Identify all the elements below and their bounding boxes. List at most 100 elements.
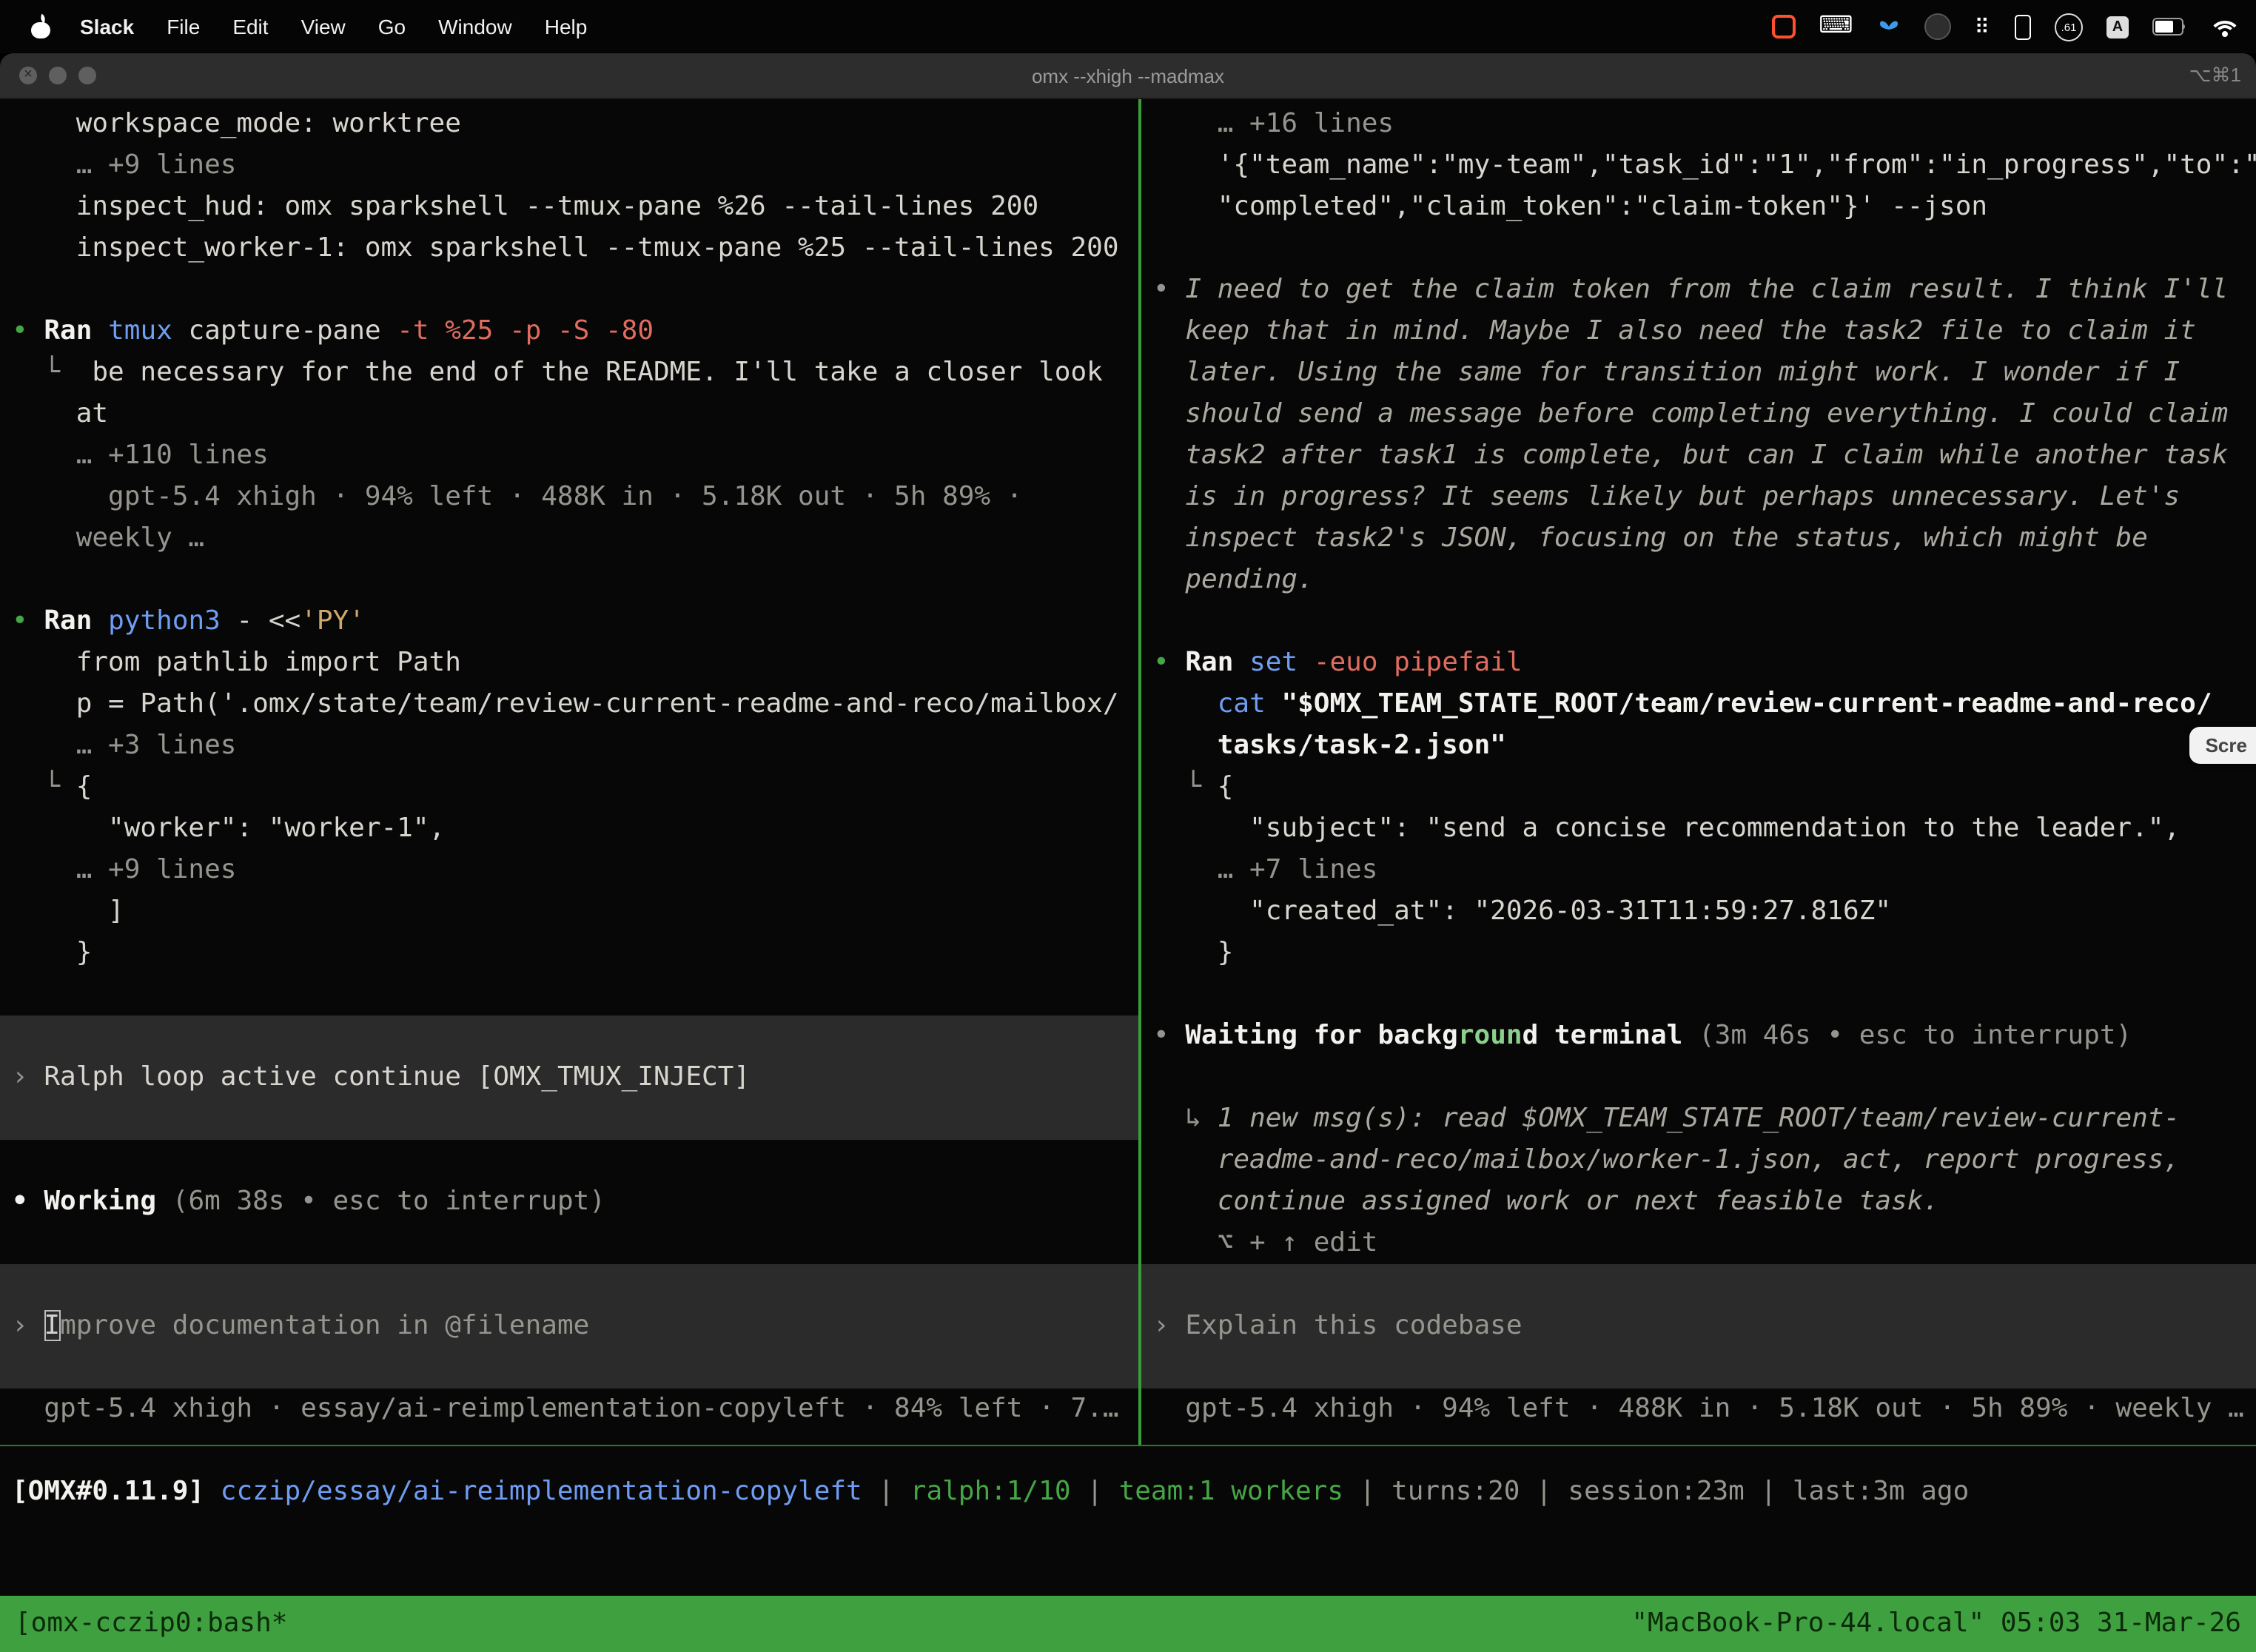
- terminal-line: [1141, 1057, 2256, 1098]
- terminal-line: [0, 1264, 1138, 1306]
- wifi-icon[interactable]: [2212, 17, 2238, 36]
- terminal-line: [0, 269, 1138, 311]
- terminal-line: └ be necessary for the end of the README…: [0, 352, 1138, 394]
- app-grid-icon[interactable]: ⠿: [1974, 14, 1991, 39]
- terminal-line: at: [0, 394, 1138, 435]
- tmux-pane-border: [0, 1445, 2256, 1446]
- terminal-line: should send a message before completing …: [1141, 394, 2256, 435]
- traffic-lights: [0, 67, 96, 84]
- terminal-line: tasks/task-2.json": [1141, 725, 2256, 767]
- terminal-line: '{"team_name":"my-team","task_id":"1","f…: [1141, 145, 2256, 187]
- terminal-line: … +9 lines: [0, 145, 1138, 187]
- terminal-window: omx --xhigh --madmax ⌥⌘1 workspace_mode:…: [0, 53, 2256, 1652]
- terminal-line: workspace_mode: worktree: [0, 104, 1138, 145]
- terminal-line: [0, 1347, 1138, 1389]
- terminal-line: └ {: [0, 767, 1138, 808]
- apple-menu-icon[interactable]: [30, 15, 53, 38]
- iphone-mirroring-icon[interactable]: [2015, 14, 2031, 39]
- terminal-line: is in progress? It seems likely but perh…: [1141, 477, 2256, 518]
- battery-icon[interactable]: [2152, 18, 2188, 36]
- menu-item-window[interactable]: Window: [438, 15, 512, 38]
- window-title: omx --xhigh --madmax: [1032, 64, 1224, 87]
- tmux-host-clock: "MacBook-Pro-44.local" 05:03 31-Mar-26: [1631, 1596, 2241, 1652]
- screen-share-tooltip: Scre: [2189, 727, 2256, 764]
- terminal-line: … +3 lines: [0, 725, 1138, 767]
- tmux-session: workspace_mode: worktree … +9 lines insp…: [0, 99, 2256, 1445]
- menu-item-slack[interactable]: Slack: [80, 15, 134, 38]
- terminal-line: cat "$OMX_TEAM_STATE_ROOT/team/review-cu…: [1141, 684, 2256, 725]
- terminal-line: ]: [0, 891, 1138, 933]
- terminal-line: gpt-5.4 xhigh · essay/ai-reimplementatio…: [0, 1389, 1138, 1430]
- battery-meter-icon[interactable]: .61: [2055, 13, 2083, 41]
- terminal-line: ↳ 1 new msg(s): read $OMX_TEAM_STATE_ROO…: [1141, 1098, 2256, 1140]
- screen-recording-indicator-icon[interactable]: [1771, 15, 1795, 38]
- terminal-line: task2 after task1 is complete, but can I…: [1141, 435, 2256, 477]
- terminal-line: … +110 lines: [0, 435, 1138, 477]
- terminal-line: gpt-5.4 xhigh · 94% left · 488K in · 5.1…: [0, 477, 1138, 518]
- terminal-line: [1141, 601, 2256, 642]
- keyboard-icon[interactable]: ⌨: [1819, 15, 1853, 38]
- terminal-line: › Ralph loop active continue [OMX_TMUX_I…: [0, 1057, 1138, 1098]
- terminal-line: readme-and-reco/mailbox/worker-1.json, a…: [1141, 1140, 2256, 1181]
- dark-app-icon[interactable]: [1924, 13, 1950, 40]
- terminal-line: inspect task2's JSON, focusing on the st…: [1141, 518, 2256, 560]
- window-titlebar[interactable]: omx --xhigh --madmax ⌥⌘1: [0, 53, 2256, 99]
- tmux-session-name: [omx-cczip0:bash*: [15, 1596, 287, 1652]
- terminal-line: keep that in mind. Maybe I also need the…: [1141, 311, 2256, 352]
- terminal-line: p = Path('.omx/state/team/review-current…: [0, 684, 1138, 725]
- terminal-line: pending.: [1141, 560, 2256, 601]
- bluesky-icon[interactable]: [1876, 17, 1900, 36]
- terminal-line: [0, 560, 1138, 601]
- terminal-line: [0, 1140, 1138, 1181]
- terminal-line: [1141, 228, 2256, 269]
- window-shortcut-hint: ⌥⌘1: [2189, 64, 2241, 87]
- terminal-line: [0, 1223, 1138, 1264]
- terminal-line: inspect_hud: omx sparkshell --tmux-pane …: [0, 187, 1138, 228]
- menu-item-go[interactable]: Go: [378, 15, 406, 38]
- terminal-line: › Improve documentation in @filename: [0, 1306, 1138, 1347]
- terminal-line: [1141, 1347, 2256, 1389]
- terminal-line: [0, 1015, 1138, 1057]
- terminal-line: • Working (6m 38s • esc to interrupt): [0, 1181, 1138, 1223]
- terminal-line: [1141, 974, 2256, 1015]
- omx-status-line: [OMX#0.11.9] cczip/essay/ai-reimplementa…: [0, 1471, 2256, 1513]
- terminal-line: weekly …: [0, 518, 1138, 560]
- terminal-line: … +9 lines: [0, 850, 1138, 891]
- terminal-line: "subject": "send a concise recommendatio…: [1141, 808, 2256, 850]
- menu-bar: Slack File Edit View Go Window Help ⌨ ⠿ .61 A: [0, 0, 2256, 53]
- menu-item-edit[interactable]: Edit: [232, 15, 268, 38]
- menu-item-file[interactable]: File: [167, 15, 200, 38]
- terminal-line: • Ran tmux capture-pane -t %25 -p -S -80: [0, 311, 1138, 352]
- terminal-line: … +16 lines: [1141, 104, 2256, 145]
- window-zoom-button[interactable]: [78, 67, 96, 84]
- terminal-line: continue assigned work or next feasible …: [1141, 1181, 2256, 1223]
- terminal-line: › Explain this codebase: [1141, 1306, 2256, 1347]
- terminal-line: • Ran python3 - <<'PY': [0, 601, 1138, 642]
- terminal-line: }: [0, 933, 1138, 974]
- terminal-line: later. Using the same for transition mig…: [1141, 352, 2256, 394]
- terminal-line: ⌥ + ↑ edit: [1141, 1223, 2256, 1264]
- terminal-line: [1141, 1264, 2256, 1306]
- terminal-line: └ {: [1141, 767, 2256, 808]
- screen: SlackFileEditViewGoWindowHelp ⌨ ⠿ .61 A …: [0, 0, 2256, 1652]
- terminal-line: "worker": "worker-1",: [0, 808, 1138, 850]
- menu-items: Slack File Edit View Go Window Help: [80, 15, 587, 38]
- menu-status-icons: ⌨ ⠿ .61 A: [1771, 13, 2238, 41]
- terminal-line: }: [1141, 933, 2256, 974]
- menu-item-view[interactable]: View: [301, 15, 346, 38]
- window-minimize-button[interactable]: [49, 67, 67, 84]
- tmux-pane-right[interactable]: … +16 lines '{"team_name":"my-team","tas…: [1141, 99, 2256, 1445]
- window-close-button[interactable]: [19, 67, 37, 84]
- terminal-line: "completed","claim_token":"claim-token"}…: [1141, 187, 2256, 228]
- terminal-line: from pathlib import Path: [0, 642, 1138, 684]
- terminal-line: • Ran set -euo pipefail: [1141, 642, 2256, 684]
- tmux-status-bar: [omx-cczip0:bash* "MacBook-Pro-44.local"…: [0, 1596, 2256, 1652]
- input-source-icon[interactable]: A: [2106, 16, 2129, 38]
- menu-item-help[interactable]: Help: [545, 15, 588, 38]
- tmux-pane-left[interactable]: workspace_mode: worktree … +9 lines insp…: [0, 99, 1138, 1445]
- terminal-line: gpt-5.4 xhigh · 94% left · 488K in · 5.1…: [1141, 1389, 2256, 1430]
- terminal-line: • Waiting for background terminal (3m 46…: [1141, 1015, 2256, 1057]
- terminal-line: "created_at": "2026-03-31T11:59:27.816Z": [1141, 891, 2256, 933]
- terminal-line: inspect_worker-1: omx sparkshell --tmux-…: [0, 228, 1138, 269]
- terminal-line: [0, 974, 1138, 1015]
